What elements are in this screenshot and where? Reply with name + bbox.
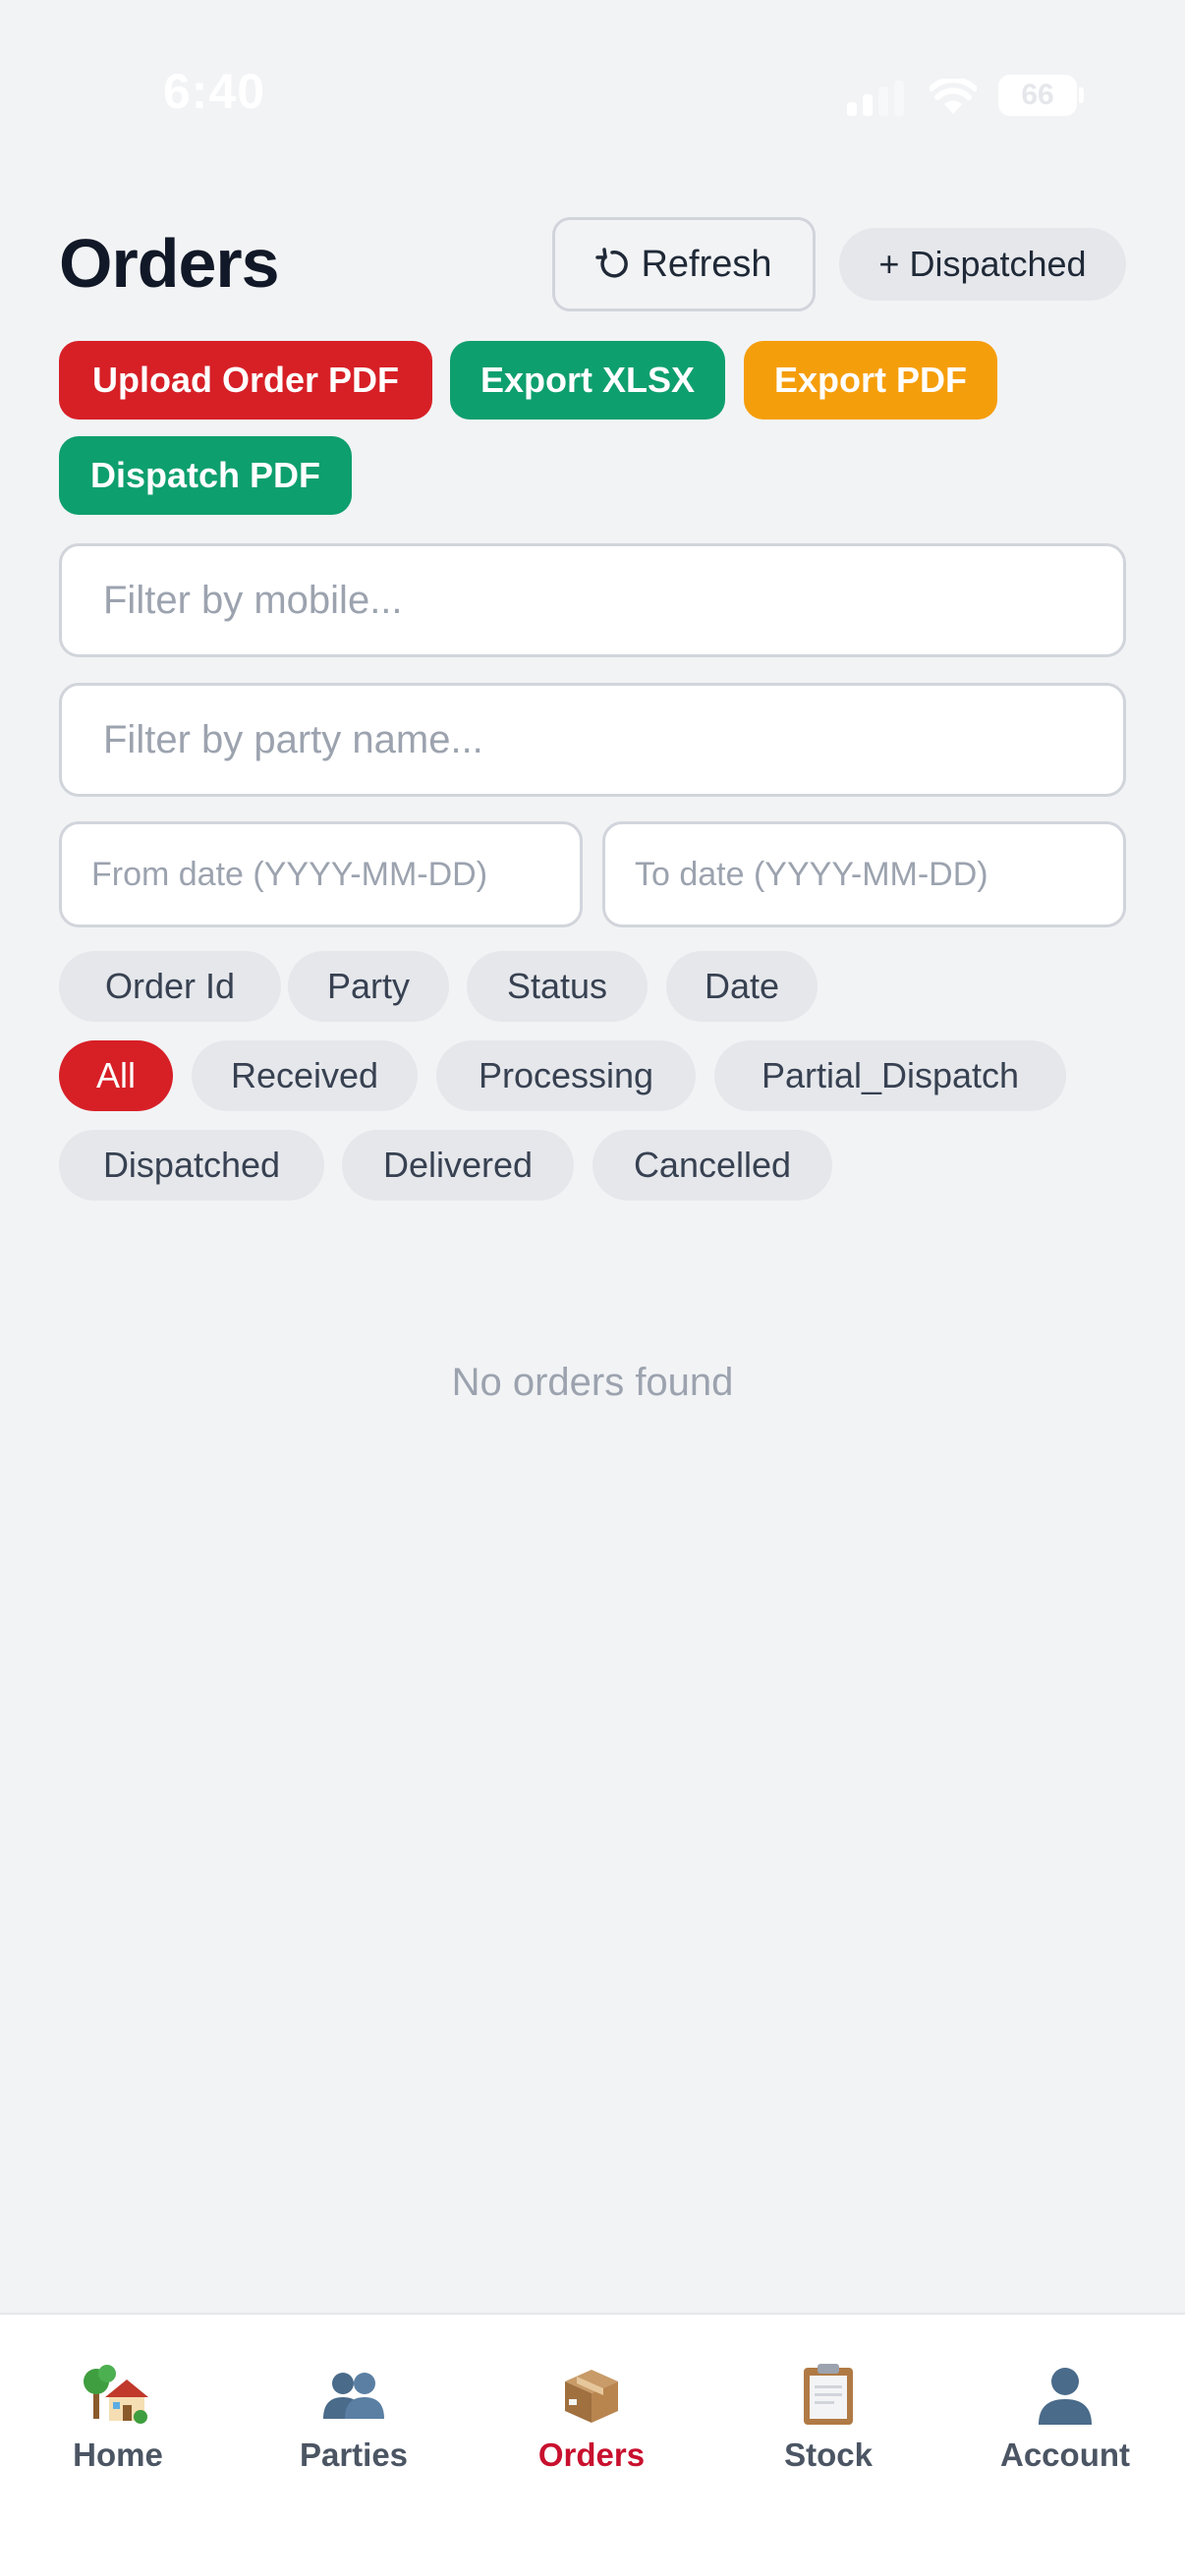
- status-chip-all[interactable]: All: [59, 1040, 173, 1111]
- nav-orders[interactable]: Orders: [493, 2360, 690, 2488]
- status-chip-dispatched[interactable]: Dispatched: [59, 1130, 324, 1201]
- status-time: 6:40: [163, 64, 266, 119]
- package-icon: [565, 2370, 618, 2423]
- refresh-icon: [595, 248, 629, 278]
- mobile-filter-input[interactable]: [59, 543, 1126, 657]
- status-chip-processing[interactable]: Processing: [436, 1040, 696, 1111]
- nav-home[interactable]: Home: [20, 2360, 216, 2488]
- nav-account[interactable]: Account: [967, 2360, 1163, 2488]
- refresh-label: Refresh: [641, 243, 772, 285]
- nav-label-home: Home: [73, 2436, 163, 2473]
- people-icon: [323, 2373, 384, 2419]
- export-xlsx-button[interactable]: Export XLSX: [450, 341, 725, 420]
- bottom-nav: Home Parties Orders Stock Account: [0, 2313, 1185, 2576]
- status-chip-partial-dispatch[interactable]: Partial_Dispatch: [714, 1040, 1066, 1111]
- battery-icon: 66: [998, 75, 1077, 116]
- to-date-input[interactable]: [602, 821, 1126, 927]
- nav-label-account: Account: [1000, 2436, 1130, 2473]
- export-pdf-button[interactable]: Export PDF: [744, 341, 997, 420]
- wifi-icon: [930, 79, 977, 114]
- person-icon: [1039, 2368, 1092, 2425]
- add-dispatched-button[interactable]: + Dispatched: [839, 228, 1126, 301]
- nav-label-orders: Orders: [537, 2436, 646, 2473]
- sort-chip-party[interactable]: Party: [288, 951, 449, 1022]
- nav-label-stock: Stock: [784, 2436, 873, 2473]
- nav-stock[interactable]: Stock: [730, 2360, 927, 2488]
- status-chip-delivered[interactable]: Delivered: [342, 1130, 574, 1201]
- battery-cap: [1079, 87, 1084, 103]
- dispatch-pdf-button[interactable]: Dispatch PDF: [59, 436, 352, 515]
- upload-order-pdf-button[interactable]: Upload Order PDF: [59, 341, 432, 420]
- house-tree-icon: [84, 2365, 148, 2424]
- cellular-signal-icon: [847, 81, 906, 116]
- nav-label-parties: Parties: [299, 2436, 409, 2473]
- from-date-input[interactable]: [59, 821, 583, 927]
- party-name-filter-input[interactable]: [59, 683, 1126, 797]
- clipboard-icon: [804, 2364, 853, 2425]
- sort-chip-order-id[interactable]: Order Id: [59, 951, 281, 1022]
- status-chip-received[interactable]: Received: [192, 1040, 418, 1111]
- page-title: Orders: [59, 225, 280, 302]
- status-chip-cancelled[interactable]: Cancelled: [592, 1130, 832, 1201]
- sort-chip-date[interactable]: Date: [666, 951, 818, 1022]
- refresh-button[interactable]: Refresh: [552, 217, 816, 311]
- status-bar: 6:40 66: [0, 0, 1185, 196]
- empty-state-message: No orders found: [451, 1361, 734, 1404]
- nav-parties[interactable]: Parties: [255, 2360, 452, 2488]
- sort-chip-status[interactable]: Status: [467, 951, 648, 1022]
